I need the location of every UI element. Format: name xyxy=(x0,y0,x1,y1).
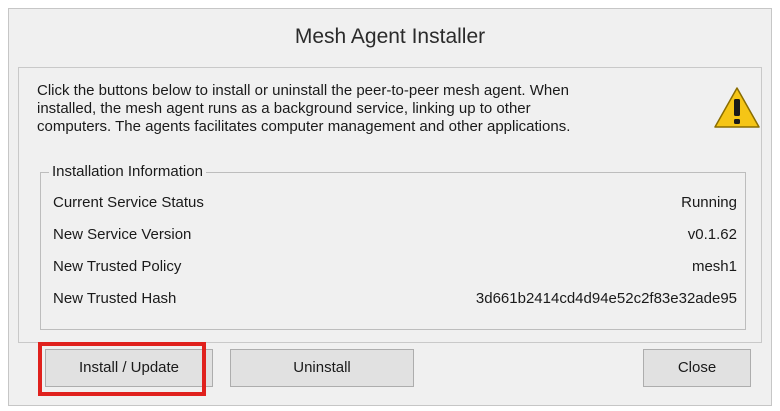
info-key: New Trusted Hash xyxy=(53,290,177,307)
installation-info-label: Installation Information xyxy=(49,162,206,182)
info-key: Current Service Status xyxy=(53,194,204,211)
close-button[interactable]: Close xyxy=(643,349,751,387)
window-title: Mesh Agent Installer xyxy=(9,9,771,65)
info-key: New Trusted Policy xyxy=(53,258,182,275)
info-value: 3d661b2414cd4d94e52c2f83e32ade95 xyxy=(475,290,737,307)
info-value: Running xyxy=(681,194,737,211)
info-row-service-version: New Service Version v0.1.62 xyxy=(53,223,737,247)
uninstall-button[interactable]: Uninstall xyxy=(230,349,414,387)
installation-info-group: Installation Information Current Service… xyxy=(40,162,746,330)
warning-icon xyxy=(714,87,760,128)
description-line-3: computers. The agents facilitates comput… xyxy=(37,118,571,135)
description-text: Click the buttons below to install or un… xyxy=(37,82,677,136)
info-value: v0.1.62 xyxy=(687,226,737,243)
info-row-service-status: Current Service Status Running xyxy=(53,191,737,215)
info-key: New Service Version xyxy=(53,226,192,243)
info-value: mesh1 xyxy=(691,258,737,275)
description-line-2: installed, the mesh agent runs as a back… xyxy=(37,100,531,117)
info-row-trusted-policy: New Trusted Policy mesh1 xyxy=(53,255,737,279)
highlight-box xyxy=(38,342,206,396)
info-row-trusted-hash: New Trusted Hash 3d661b2414cd4d94e52c2f8… xyxy=(53,287,737,311)
content-panel: Click the buttons below to install or un… xyxy=(18,67,762,343)
description-line-1: Click the buttons below to install or un… xyxy=(37,82,569,99)
